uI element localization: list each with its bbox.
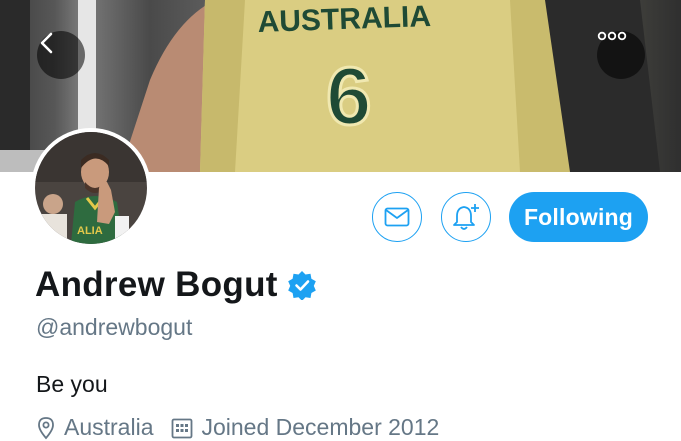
profile-bio: Be you (36, 371, 108, 397)
profile-handle: @andrewbogut (36, 314, 193, 340)
following-button[interactable]: Following (509, 192, 648, 242)
avatar-jersey-text: ALIA (77, 225, 103, 237)
more-options-button[interactable] (597, 31, 645, 79)
profile-meta: Australia Joined December 2012 (36, 414, 457, 441)
avatar-photo: ALIA (35, 132, 147, 244)
banner-jersey-text: AUSTRALIA (257, 0, 431, 39)
location-item: Australia (36, 414, 153, 441)
location-text: Australia (64, 414, 154, 440)
message-button[interactable] (372, 192, 422, 242)
joined-item: Joined December 2012 (171, 414, 439, 441)
calendar-icon (172, 418, 193, 438)
notifications-button[interactable] (441, 192, 491, 242)
location-pin-icon (38, 416, 54, 439)
back-button[interactable] (37, 31, 85, 79)
chevron-left-icon (40, 32, 53, 54)
profile-name-row: Andrew Bogut (35, 265, 317, 305)
ellipsis-icon (597, 31, 627, 41)
joined-text: Joined December 2012 (201, 414, 440, 440)
bell-plus-icon (453, 204, 479, 230)
avatar[interactable]: ALIA (31, 128, 151, 248)
banner-jersey-number: 6 (326, 51, 372, 142)
display-name: Andrew Bogut (35, 265, 278, 304)
mail-icon (384, 207, 410, 227)
verified-badge-icon (287, 271, 316, 300)
